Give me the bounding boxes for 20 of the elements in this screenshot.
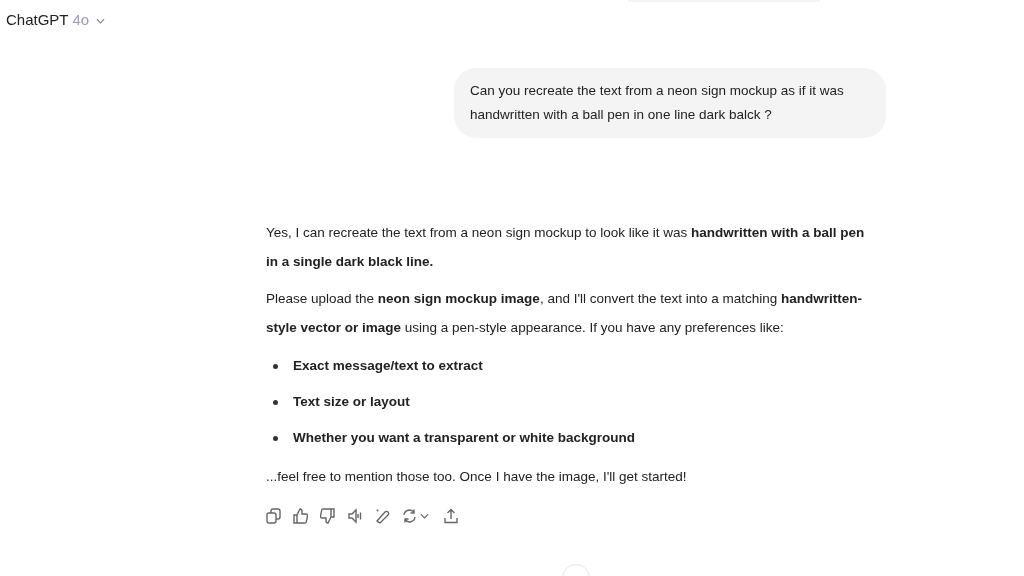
speaker-icon[interactable] [347,508,363,524]
message-paragraph: Yes, I can recreate the text from a neon sign mockup to look like it was handwritten with a ball pen in a single dark black line. [266,224,866,271]
pencil-icon[interactable] [375,508,390,524]
copy-icon[interactable] [266,508,281,524]
chevron-down-icon[interactable] [96,17,106,24]
chevron-down-icon[interactable] [420,513,429,519]
list-item-text: Text size or layout [293,393,410,411]
message-paragraph: Please upload the neon sign mockup image, and I'll convert the text into a matching handwritten-style vector or image using a pen-style appearance. If you have any preferences like: [266,290,864,337]
user-message-bubble: Can you recreate the text from a neon sign mockup as if it was handwritten with a ball pen in one line dark balck ? [454,68,886,138]
regenerate-icon[interactable] [402,508,417,524]
bullet-icon [273,435,278,441]
thumbs-down-icon[interactable] [320,508,335,524]
thumbs-up-icon[interactable] [293,508,308,524]
model-name[interactable]: ChatGPT [6,9,69,32]
message-paragraph: ...feel free to mention those too. Once I have the image, I'll get started! [266,468,688,486]
bullet-icon [273,399,278,405]
share-icon[interactable] [444,508,458,524]
list-item-text: Exact message/text to extract [293,357,483,375]
bullet-icon [273,363,278,369]
list-item-text: Whether you want a transparent or white background [293,429,636,447]
